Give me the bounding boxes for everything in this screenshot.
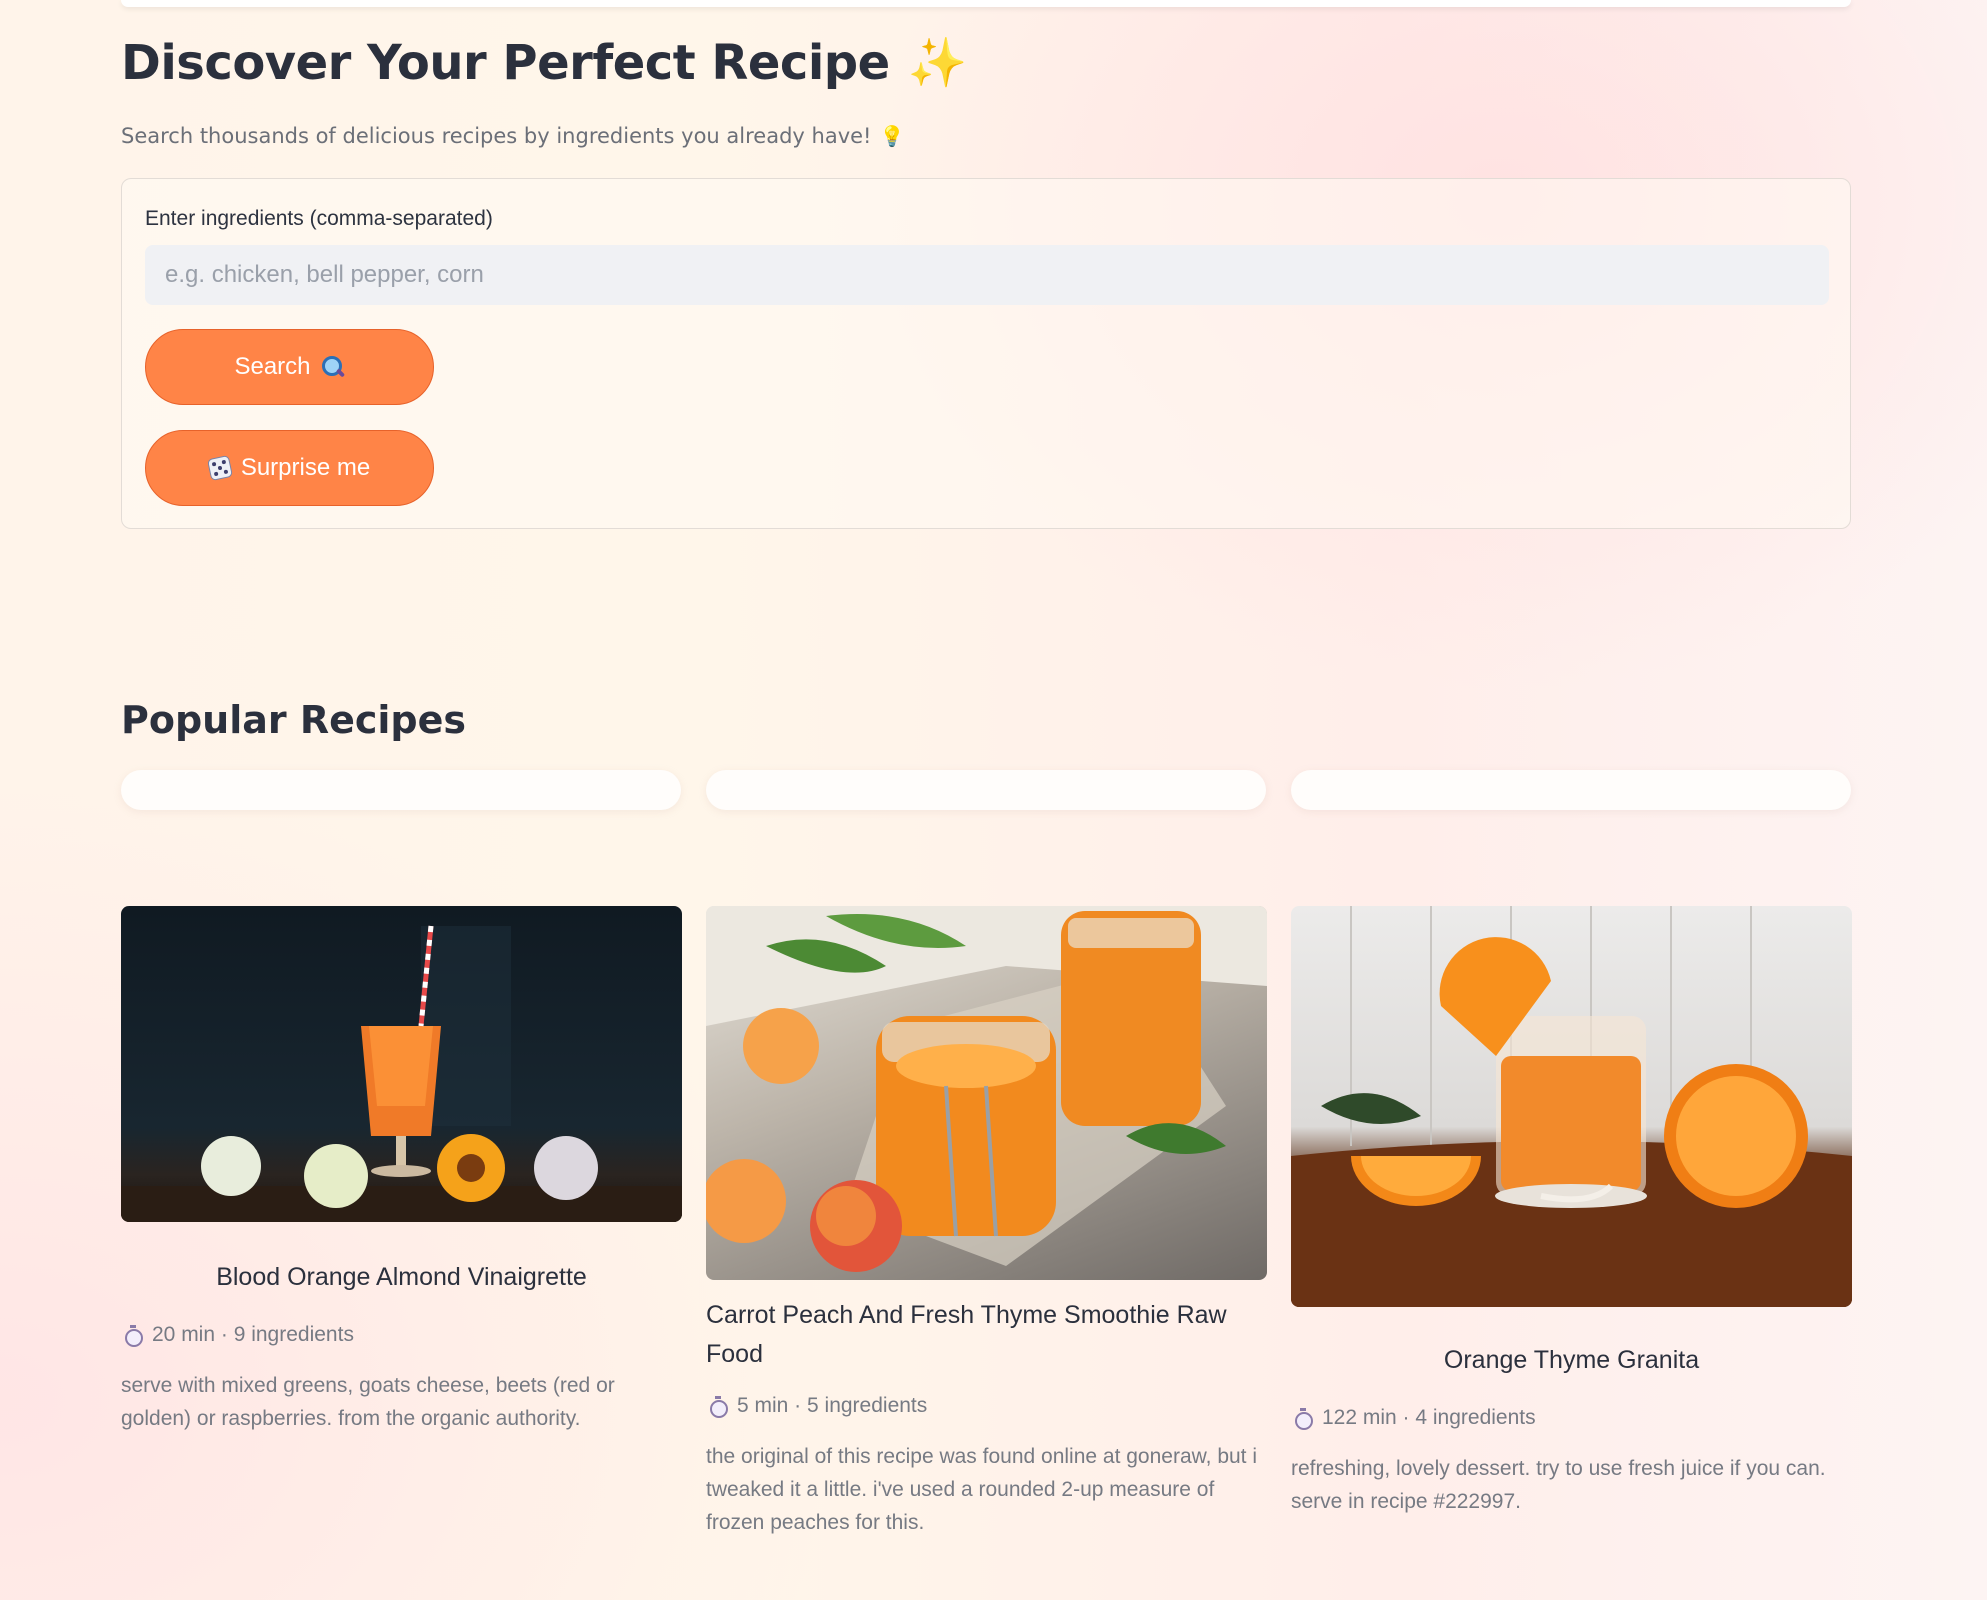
recipe-image[interactable]: [121, 906, 682, 1222]
recipe-description: serve with mixed greens, goats cheese, b…: [121, 1374, 615, 1430]
recipe-title[interactable]: Blood Orange Almond Vinaigrette: [121, 1258, 682, 1297]
recipe-meta-text: 20 min · 9 ingredients: [152, 1323, 354, 1346]
dice-icon: [206, 454, 233, 482]
search-button[interactable]: Search: [145, 329, 434, 405]
surprise-me-button[interactable]: Surprise me: [145, 430, 434, 506]
surprise-me-label: Surprise me: [240, 454, 371, 481]
recipe-description: the original of this recipe was found on…: [706, 1445, 1258, 1534]
recipe-image[interactable]: [1291, 906, 1852, 1307]
recipe-meta-text: 122 min · 4 ingredients: [1322, 1406, 1536, 1429]
lightbulb-icon: 💡: [879, 124, 905, 148]
search-panel: Enter ingredients (comma-separated) Sear…: [121, 178, 1851, 529]
recipe-card[interactable]: Blood Orange Almond Vinaigrette 20 min ·…: [121, 906, 682, 1435]
recipe-title[interactable]: Carrot Peach And Fresh Thyme Smoothie Ra…: [706, 1296, 1267, 1374]
recipe-card[interactable]: Orange Thyme Granita 122 min · 4 ingredi…: [1291, 906, 1852, 1518]
magnifier-icon: [321, 355, 345, 379]
ingredients-label: Enter ingredients (comma-separated): [145, 207, 493, 230]
stopwatch-icon: [709, 1396, 728, 1418]
orange-juice-glass-illustration: [1291, 906, 1852, 1307]
recipe-meta: 122 min · 4 ingredients: [1291, 1406, 1852, 1430]
filter-pill-2[interactable]: [706, 770, 1266, 810]
recipe-title[interactable]: Orange Thyme Granita: [1291, 1341, 1852, 1380]
top-bar: [121, 0, 1851, 7]
page-subtitle: Search thousands of delicious recipes by…: [121, 124, 905, 148]
orange-cocktail-illustration: [121, 925, 682, 1222]
sparkles-icon: ✨: [907, 35, 968, 91]
peach-jam-jars-illustration: [706, 906, 1267, 1272]
recipe-image[interactable]: [706, 906, 1267, 1280]
stopwatch-icon: [1294, 1408, 1313, 1430]
page-title: Discover Your Perfect Recipe ✨: [121, 35, 968, 91]
ingredients-input[interactable]: [145, 245, 1829, 305]
recipe-card[interactable]: Carrot Peach And Fresh Thyme Smoothie Ra…: [706, 906, 1267, 1539]
search-button-label: Search: [234, 353, 311, 380]
popular-recipes-heading: Popular Recipes: [121, 698, 467, 742]
filter-pill-1[interactable]: [121, 770, 681, 810]
stopwatch-icon: [124, 1325, 143, 1347]
recipe-meta: 20 min · 9 ingredients: [121, 1323, 682, 1347]
recipe-meta-text: 5 min · 5 ingredients: [737, 1394, 928, 1417]
recipe-meta: 5 min · 5 ingredients: [706, 1394, 1267, 1418]
recipe-description: refreshing, lovely dessert. try to use f…: [1291, 1457, 1826, 1513]
filter-pill-3[interactable]: [1291, 770, 1851, 810]
